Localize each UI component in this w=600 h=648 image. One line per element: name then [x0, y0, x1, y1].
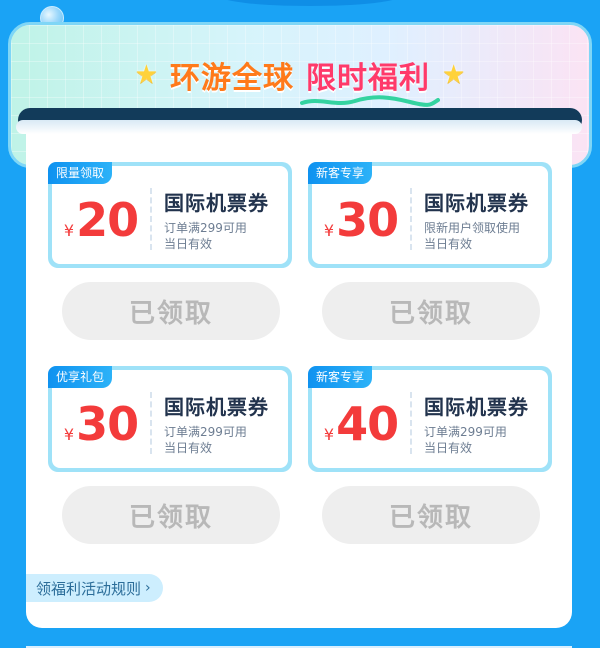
currency-symbol: ¥	[323, 221, 335, 240]
coupon-condition: 订单满299可用	[164, 424, 247, 439]
coupon-body: 新客专享 ¥ 40 国际机票券 订单满299可用 当日有效	[308, 366, 548, 468]
star-icon: ★	[442, 60, 466, 90]
title-part2-text: 限时福利	[306, 61, 430, 96]
coupon-amount: ¥ 20	[52, 183, 150, 247]
coupon-body: 限量领取 ¥ 20 国际机票券 订单满299可用 当日有效	[48, 162, 288, 264]
coupon-name: 国际机票券	[164, 190, 269, 215]
claimed-button[interactable]: 已领取	[62, 282, 280, 340]
coupon-condition: 订单满299可用	[424, 424, 507, 439]
coupon-tag: 新客专享	[308, 366, 373, 388]
coupon-info: 国际机票券 限新用户领取使用 当日有效	[412, 179, 529, 252]
currency-symbol: ¥	[63, 221, 75, 240]
coupon-name: 国际机票券	[424, 394, 529, 419]
coupon-body: 新客专享 ¥ 30 国际机票券 限新用户领取使用 当日有效	[308, 162, 548, 264]
coupon-validity: 当日有效	[164, 236, 213, 251]
coupon-amount: ¥ 30	[52, 387, 150, 451]
coupon-value: 40	[336, 397, 399, 451]
coupon-condition: 限新用户领取使用	[424, 220, 521, 235]
squiggle-underline	[300, 95, 440, 107]
title-part1: 环游全球	[170, 61, 294, 96]
claimed-button[interactable]: 已领取	[322, 486, 540, 544]
currency-symbol: ¥	[323, 425, 335, 444]
rules-link[interactable]: 领福利活动规则 ›	[26, 574, 163, 602]
coupon-info: 国际机票券 订单满299可用 当日有效	[412, 383, 529, 456]
coupon-value: 30	[336, 193, 399, 247]
page-title: ★ 环游全球 限时福利 ★	[11, 53, 589, 107]
coupon-amount: ¥ 40	[312, 387, 410, 451]
coupon-validity: 当日有效	[164, 440, 213, 455]
claimed-button[interactable]: 已领取	[322, 282, 540, 340]
coupon-validity: 当日有效	[424, 236, 473, 251]
coupon-body: 优享礼包 ¥ 30 国际机票券 订单满299可用 当日有效	[48, 366, 288, 468]
coupon-amount: ¥ 30	[312, 183, 410, 247]
coupon-card: 优享礼包 ¥ 30 国际机票券 订单满299可用 当日有效	[48, 366, 292, 472]
coupon-validity: 当日有效	[424, 440, 473, 455]
coupon-info: 国际机票券 订单满299可用 当日有效	[152, 383, 269, 456]
claimed-button[interactable]: 已领取	[62, 486, 280, 544]
coupon-tag: 新客专享	[308, 162, 373, 184]
coupon-info: 国际机票券 订单满299可用 当日有效	[152, 179, 269, 252]
coupon-value: 30	[76, 397, 139, 451]
title-part2: 限时福利	[300, 53, 440, 107]
coupon-card: 新客专享 ¥ 40 国际机票券 订单满299可用 当日有效	[308, 366, 552, 472]
currency-symbol: ¥	[63, 425, 75, 444]
top-arc-decoration	[220, 0, 400, 6]
coupon-tag: 限量领取	[48, 162, 113, 184]
chevron-right-icon: ›	[145, 580, 151, 596]
coupon-name: 国际机票券	[164, 394, 269, 419]
coupon-tag: 优享礼包	[48, 366, 113, 388]
coupon-value: 20	[76, 193, 139, 247]
coupon-condition: 订单满299可用	[164, 220, 247, 235]
coupon-name: 国际机票券	[424, 190, 529, 215]
coupon-card: 限量领取 ¥ 20 国际机票券 订单满299可用 当日有效	[48, 162, 292, 268]
star-icon: ★	[134, 60, 158, 90]
rules-link-label: 领福利活动规则	[36, 579, 142, 598]
coupon-card: 新客专享 ¥ 30 国际机票券 限新用户领取使用 当日有效	[308, 162, 552, 268]
